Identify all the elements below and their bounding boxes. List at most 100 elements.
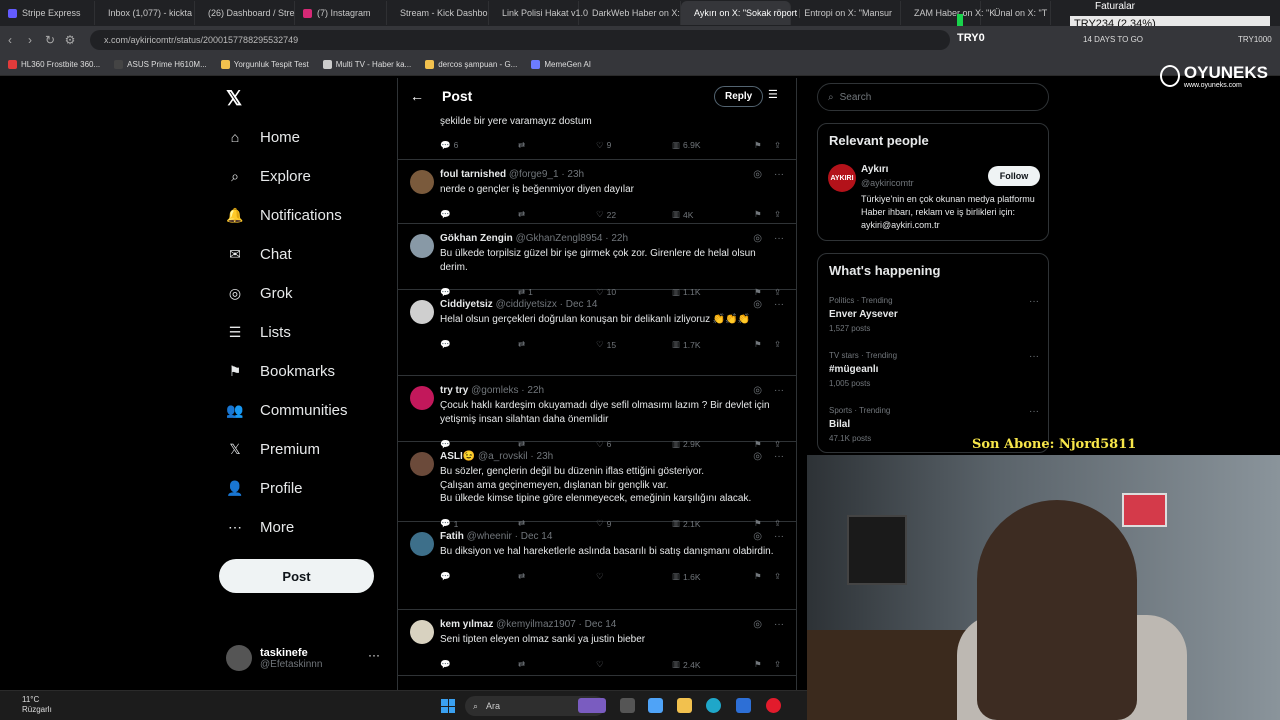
opera-icon[interactable]: [766, 698, 781, 713]
account-switcher[interactable]: taskinefe @Efetaskinnn ···: [226, 643, 386, 673]
more-icon[interactable]: ···: [774, 299, 784, 310]
weather-widget[interactable]: 11°C Rüzgarlı: [22, 695, 52, 715]
bookmark-icon[interactable]: ⚑: [754, 571, 762, 582]
grok-icon[interactable]: ◎: [753, 619, 762, 630]
reply-tweet[interactable]: Fatih @wheenir · Dec 14 ◎ ··· Bu diksiyon v…: [398, 522, 796, 610]
replies-action[interactable]: 💬 6: [440, 140, 458, 151]
nav-item-premium[interactable]: 𝕏 Premium: [226, 436, 320, 462]
author-name[interactable]: Ciddiyetsiz: [440, 299, 493, 310]
avatar[interactable]: [410, 234, 434, 258]
bookmark-item[interactable]: dercos şampuan - G...: [425, 60, 517, 69]
replies-action[interactable]: 💬: [440, 571, 454, 582]
author-name[interactable]: Gökhan Zengin: [440, 233, 513, 244]
share-icon[interactable]: ⇪: [774, 339, 781, 350]
browser-tab[interactable]: (26) Dashboard / Stre: [195, 1, 295, 25]
avatar[interactable]: [410, 452, 434, 476]
views-action[interactable]: ▥ 2.4K: [672, 659, 701, 670]
nav-item-communities[interactable]: 👥 Communities: [226, 397, 347, 423]
grok-icon[interactable]: ◎: [753, 233, 762, 244]
aykiri-avatar[interactable]: AYKIRI: [828, 164, 856, 192]
nav-item-explore[interactable]: ⌕ Explore: [226, 163, 311, 189]
grok-icon[interactable]: ◎: [753, 385, 762, 396]
windows-start-icon[interactable]: [441, 699, 455, 713]
edge-icon[interactable]: [706, 698, 721, 713]
author-name[interactable]: kem yılmaz: [440, 619, 493, 630]
trend-item[interactable]: Politics · Trending Enver Aysever 1,527 po…: [829, 296, 1039, 333]
browser-tab[interactable]: (7) Instagram: [295, 1, 387, 25]
replies-action[interactable]: 💬: [440, 659, 454, 670]
bookmark-icon[interactable]: ⚑: [754, 140, 762, 151]
trend-more-icon[interactable]: ···: [1029, 296, 1039, 307]
likes-action[interactable]: ♡ 15: [596, 339, 616, 350]
browser-tab[interactable]: DarkWeb Haber on X:: [579, 1, 681, 25]
share-icon[interactable]: ⇪: [774, 659, 781, 670]
reply-tweet[interactable]: Ciddiyetsiz @ciddiyetsizx · Dec 14 ◎ ··· He…: [398, 290, 796, 376]
nav-item-bookmarks[interactable]: ⚑ Bookmarks: [226, 358, 335, 384]
likes-action[interactable]: ♡: [596, 659, 607, 670]
file-explorer-icon[interactable]: [677, 698, 692, 713]
bookmark-item[interactable]: Yorgunluk Tespit Test: [220, 60, 309, 69]
task-view-icon[interactable]: [620, 698, 635, 713]
trend-item[interactable]: TV stars · Trending #mügeanlı 1,005 posts ·…: [829, 351, 1039, 388]
grok-icon[interactable]: ◎: [753, 451, 762, 462]
store-icon[interactable]: [736, 698, 751, 713]
bookmark-item[interactable]: HL360 Frostbite 360...: [8, 60, 100, 69]
retweets-action[interactable]: ⇄: [518, 571, 528, 582]
bookmark-icon[interactable]: ⚑: [754, 659, 762, 670]
nav-item-more[interactable]: ⋯ More: [226, 514, 294, 540]
search-input[interactable]: ⌕ Search: [817, 83, 1049, 111]
sort-replies-icon[interactable]: ☰: [768, 88, 778, 101]
share-icon[interactable]: ⇪: [774, 140, 781, 151]
more-icon[interactable]: ···: [774, 169, 784, 180]
avatar[interactable]: [410, 532, 434, 556]
browser-tab[interactable]: ZAM Haber on X: "K: [901, 1, 995, 25]
site-info-icon[interactable]: ⚙: [60, 33, 80, 47]
reply-button[interactable]: Reply: [714, 86, 764, 107]
views-action[interactable]: ▥ 1.6K: [672, 571, 701, 582]
avatar[interactable]: [410, 300, 434, 324]
views-action[interactable]: ▥ 4K: [672, 209, 693, 220]
copilot-icon[interactable]: [648, 698, 663, 713]
bookmark-icon[interactable]: ⚑: [754, 339, 762, 350]
likes-action[interactable]: ♡ 22: [596, 209, 616, 220]
browser-tab[interactable]: Stripe Express: [0, 1, 95, 25]
more-icon[interactable]: ···: [774, 233, 784, 244]
nav-item-chat[interactable]: ✉ Chat: [226, 241, 292, 267]
likes-action[interactable]: ♡ 9: [596, 140, 611, 151]
more-icon[interactable]: ···: [774, 451, 784, 462]
retweets-action[interactable]: ⇄: [518, 140, 528, 151]
grok-icon[interactable]: ◎: [753, 169, 762, 180]
more-icon[interactable]: ···: [774, 385, 784, 396]
author-name[interactable]: foul tarnished: [440, 169, 506, 180]
more-icon[interactable]: ···: [774, 619, 784, 630]
forward-arrow-icon[interactable]: ›: [20, 33, 40, 47]
url-field[interactable]: x.com/aykiricomtr/status/200015778829553…: [90, 30, 950, 50]
reply-tweet[interactable]: Gökhan Zengin @GkhanZengl8954 · 22h ◎ ··· B…: [398, 224, 796, 297]
trend-more-icon[interactable]: ···: [1029, 406, 1039, 417]
views-action[interactable]: ▥ 6.9K: [672, 140, 701, 151]
avatar[interactable]: [410, 170, 434, 194]
grok-icon[interactable]: ◎: [753, 531, 762, 542]
browser-tab[interactable]: Aykırı on X: "Sokak röport: [681, 1, 797, 25]
more-icon[interactable]: ···: [774, 531, 784, 542]
post-button[interactable]: Post: [219, 559, 374, 593]
bookmark-item[interactable]: MemeGen AI: [531, 60, 591, 69]
taskbar-game-icon[interactable]: [578, 698, 606, 713]
back-icon[interactable]: ←: [410, 88, 424, 104]
person-name[interactable]: Aykırı: [861, 164, 888, 175]
reload-icon[interactable]: ↻: [40, 33, 60, 47]
browser-tab[interactable]: Link Polisi Hakat v1.0: [489, 1, 588, 25]
avatar[interactable]: [410, 620, 434, 644]
likes-action[interactable]: ♡: [596, 571, 607, 582]
grok-icon[interactable]: ◎: [753, 299, 762, 310]
nav-item-grok[interactable]: ◎ Grok: [226, 280, 293, 306]
bookmark-item[interactable]: Multi TV - Haber ka...: [322, 60, 411, 69]
views-action[interactable]: ▥ 1.7K: [672, 339, 701, 350]
retweets-action[interactable]: ⇄: [518, 659, 528, 670]
account-more-icon[interactable]: ···: [368, 648, 380, 662]
author-name[interactable]: ASLI😉: [440, 451, 475, 462]
browser-tab[interactable]: Stream - Kick Dashbo: [387, 1, 489, 25]
follow-button[interactable]: Follow: [988, 166, 1040, 186]
browser-tab[interactable]: Entropi on X: "Mansur: [791, 1, 901, 25]
browser-tab[interactable]: Ünal on X: "T: [981, 1, 1051, 25]
